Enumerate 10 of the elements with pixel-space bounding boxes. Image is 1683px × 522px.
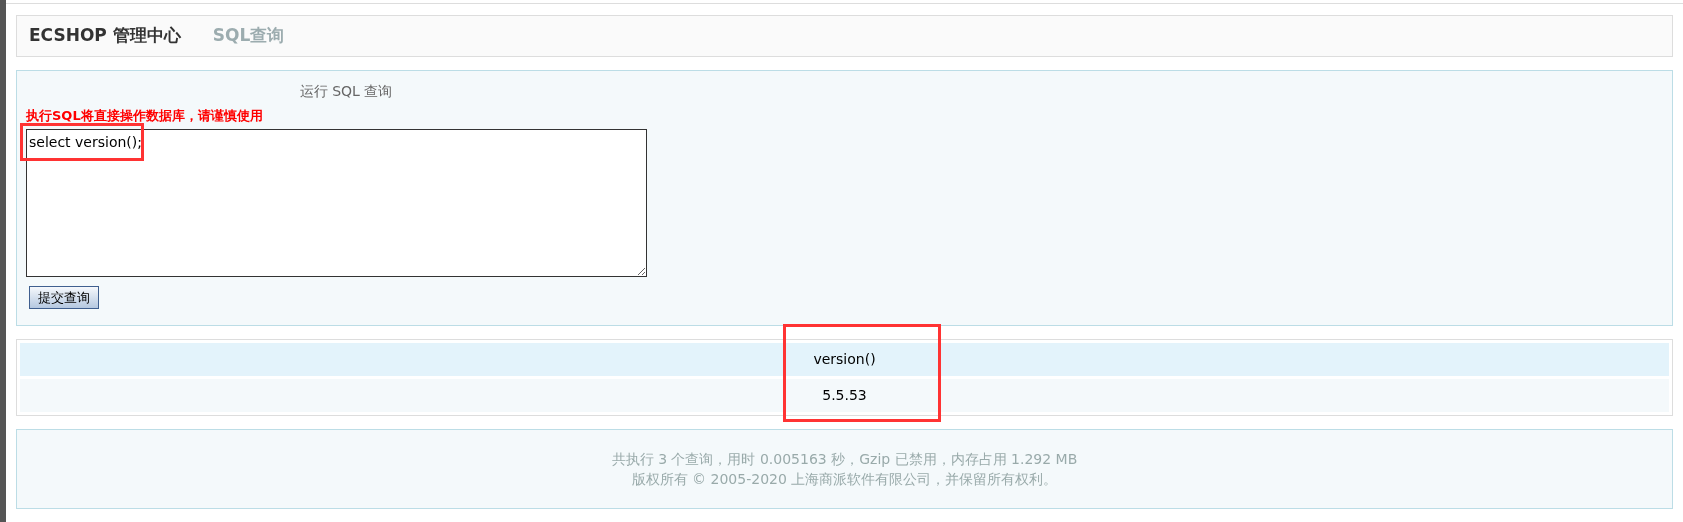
column-header: version(): [813, 350, 876, 369]
warning-text: 执行SQL将直接操作数据库，请谨慎使用: [26, 107, 264, 125]
footer-text: 共执行 3 个查询，用时 0.005163 秒，Gzip 已禁用，内存占用 1.292 MB: [611, 450, 1078, 469]
footer-text: 版权所有 © 2005-2020 上海商派软件有限公司，并保留所有权利。: [631, 470, 1058, 489]
sql-input-field[interactable]: select version();: [26, 128, 647, 277]
app-title: ECSHOP 管理中心: [29, 24, 181, 48]
submit-button[interactable]: 提交查询: [29, 285, 99, 309]
table-cell-text: 5.5.53: [822, 386, 867, 405]
page-title: SQL查询: [212, 24, 285, 48]
panel-heading: 运行 SQL 查询: [298, 82, 394, 101]
